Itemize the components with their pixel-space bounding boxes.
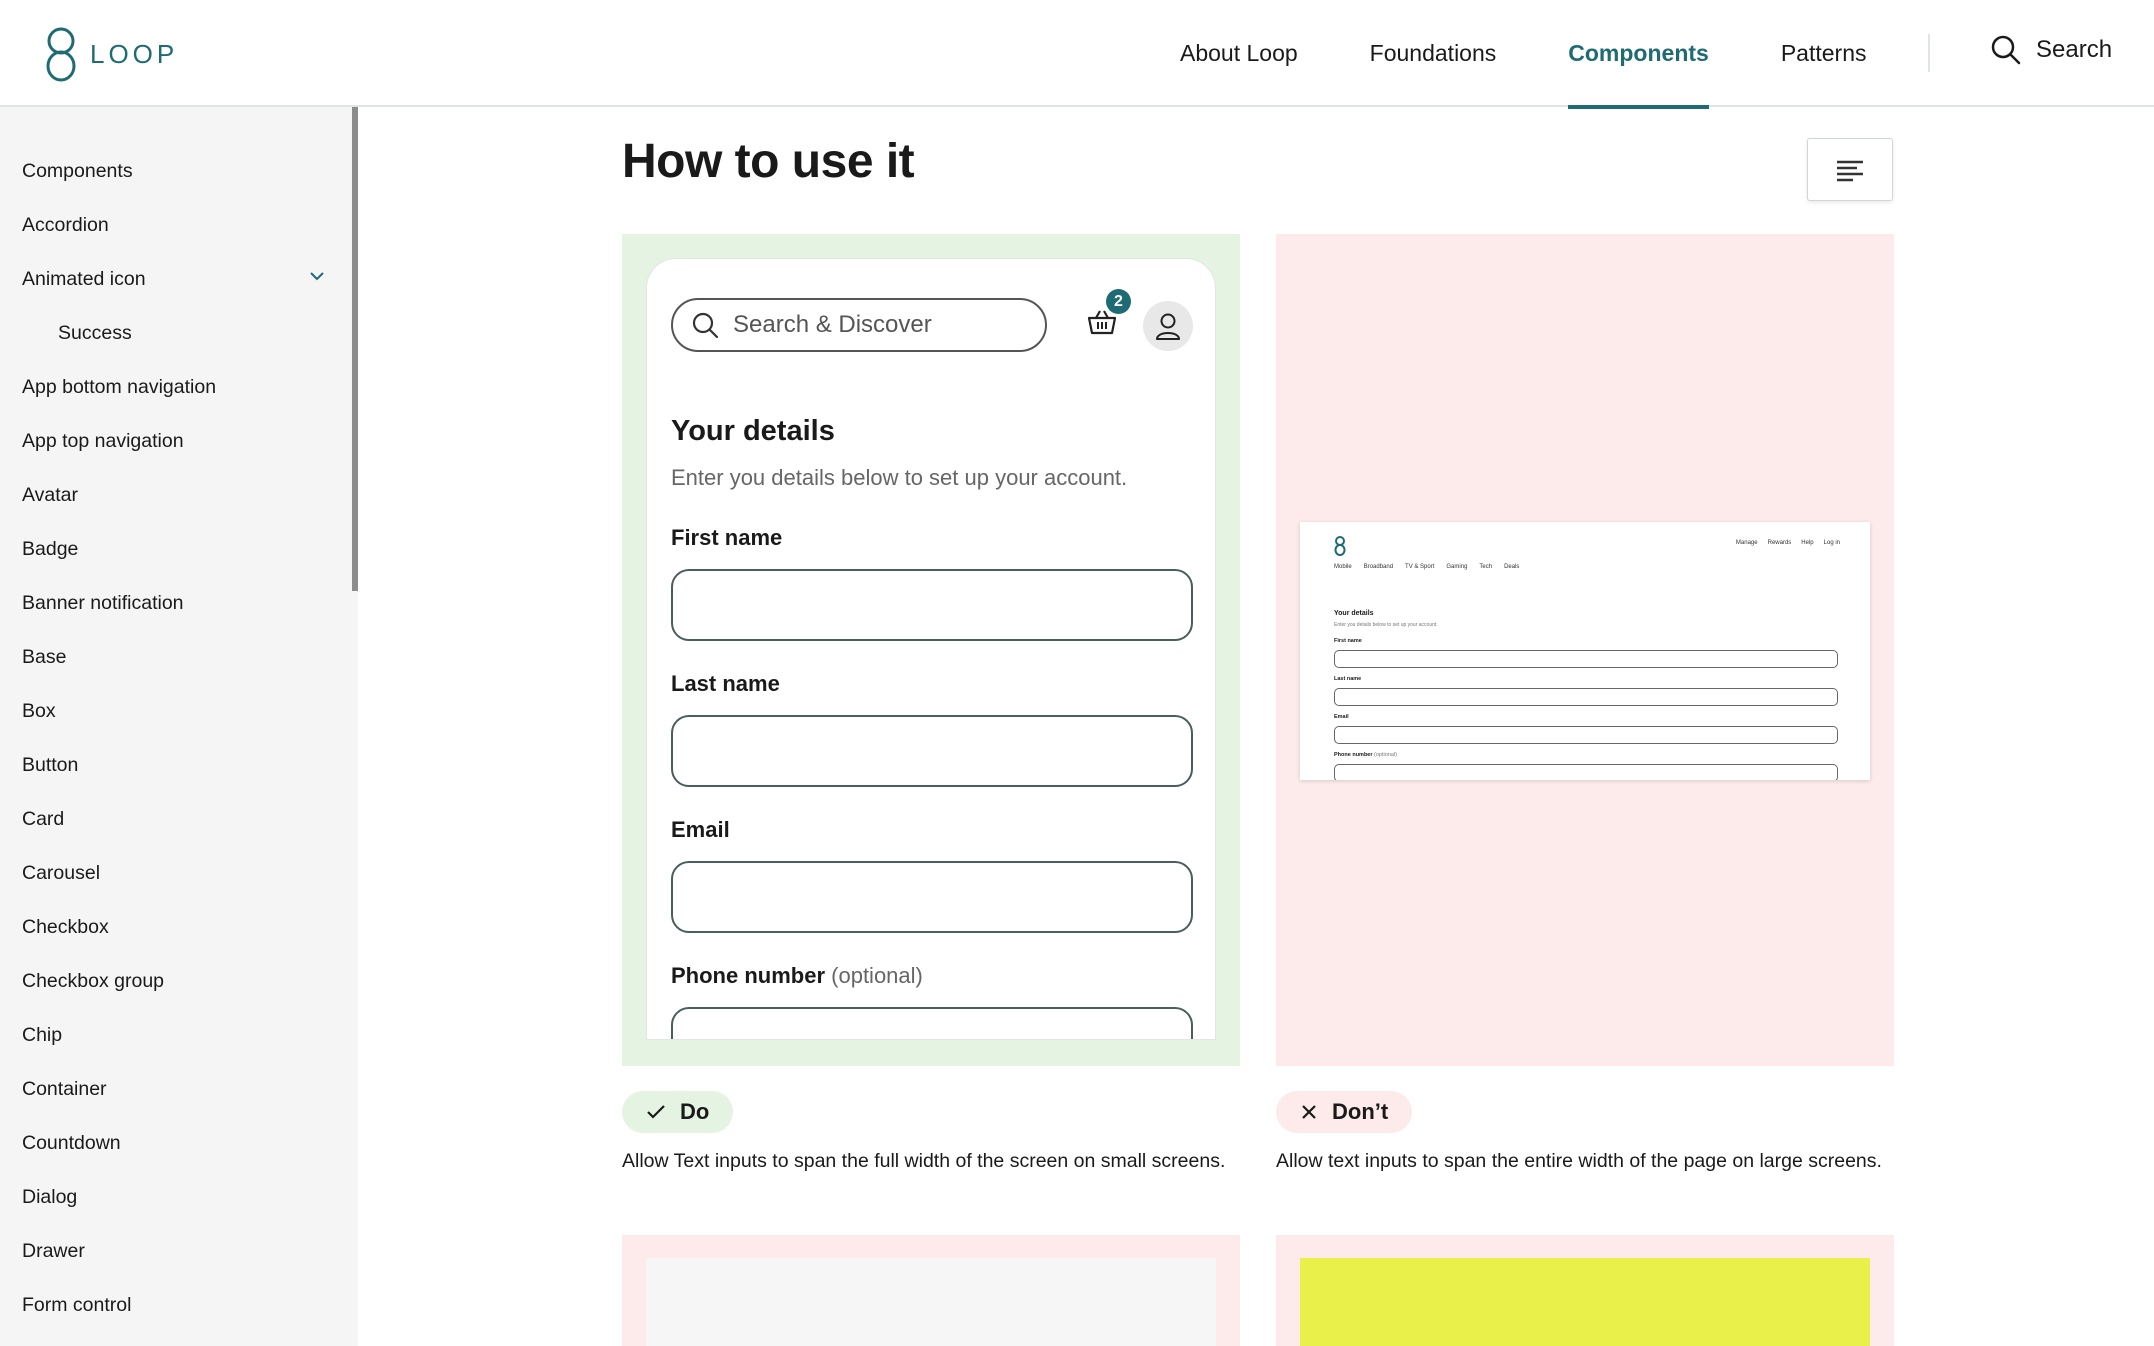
mini-nav-tv-sport: TV & Sport (1405, 564, 1435, 570)
example-search-field: Search & Discover (671, 298, 1047, 352)
close-icon (1302, 1105, 1316, 1119)
sidebar-item-form-control[interactable]: Form control (22, 1294, 131, 1317)
loop-logo[interactable]: LOOP (44, 26, 178, 82)
sidebar-item-chip[interactable]: Chip (22, 1024, 62, 1047)
sidebar-item-box[interactable]: Box (22, 700, 56, 723)
example-panel-4-preview (1300, 1258, 1870, 1346)
mini-first-name-field (1334, 650, 1838, 668)
example-phone-optional: (optional) (831, 963, 923, 988)
example-panel-3-preview (646, 1258, 1216, 1346)
chevron-down-icon[interactable] (308, 270, 326, 282)
do-caption: Allow Text inputs to span the full width… (622, 1150, 1226, 1172)
example-phone-label-text: Phone number (671, 963, 826, 988)
sidebar-item-animated-icon[interactable]: Animated icon (22, 268, 146, 291)
mobile-example-frame: Search & Discover 2 Your details Enter y… (646, 258, 1216, 1040)
sidebar-item-countdown[interactable]: Countdown (22, 1132, 121, 1155)
nav-patterns[interactable]: Patterns (1781, 0, 1867, 107)
loop-logo-icon (1334, 536, 1346, 556)
avatar (1143, 301, 1193, 351)
example-phone-field (671, 1007, 1193, 1039)
example-last-name-label: Last name (671, 671, 780, 696)
sidebar-item-drawer[interactable]: Drawer (22, 1240, 85, 1263)
example-search-placeholder: Search & Discover (733, 311, 932, 338)
sidebar-scrollbar[interactable] (352, 107, 358, 591)
example-email-field (671, 861, 1193, 933)
sidebar-item-carousel[interactable]: Carousel (22, 862, 100, 885)
mini-nav: Mobile Broadband TV & Sport Gaming Tech … (1334, 564, 1519, 570)
sidebar-item-button[interactable]: Button (22, 754, 78, 777)
mini-top-links: Manage Rewards Help Log in (1736, 540, 1840, 546)
nav-foundations[interactable]: Foundations (1370, 0, 1497, 107)
example-email-label: Email (671, 817, 730, 842)
mini-link-help: Help (1801, 540, 1814, 546)
sidebar-item-dialog[interactable]: Dialog (22, 1186, 77, 1209)
nav-about-loop[interactable]: About Loop (1180, 0, 1298, 107)
sidebar-item-checkbox-group[interactable]: Checkbox group (22, 970, 164, 993)
do-tag-label: Do (680, 1099, 710, 1124)
mini-link-rewards: Rewards (1767, 540, 1792, 546)
sidebar-item-components[interactable]: Components (22, 160, 133, 183)
mini-nav-gaming: Gaming (1446, 564, 1468, 570)
example-first-name-field (671, 569, 1193, 641)
sidebar-item-success[interactable]: Success (58, 322, 132, 345)
mini-phone-field (1334, 764, 1838, 780)
sidebar-item-card[interactable]: Card (22, 808, 64, 831)
dont-tag-label: Don’t (1332, 1099, 1389, 1124)
mini-last-name-label: Last name (1334, 676, 1362, 682)
sidebar-item-app-bottom-navigation[interactable]: App bottom navigation (22, 376, 216, 399)
top-header: LOOP About Loop Foundations Components P… (0, 0, 2154, 109)
basket-count-badge: 2 (1106, 289, 1131, 314)
mini-nav-broadband: Broadband (1363, 564, 1394, 570)
mini-link-manage: Manage (1735, 540, 1758, 546)
sidebar-item-app-top-navigation[interactable]: App top navigation (22, 430, 184, 453)
mini-nav-mobile: Mobile (1334, 564, 1352, 570)
mini-phone-label-text: Phone number (1334, 752, 1373, 758)
check-icon (647, 1105, 665, 1119)
sidebar-item-container[interactable]: Container (22, 1078, 107, 1101)
table-of-contents-button[interactable] (1807, 138, 1893, 201)
sidebar-item-badge[interactable]: Badge (22, 538, 78, 561)
do-tag: Do (622, 1091, 734, 1133)
mini-nav-tech: Tech (1479, 564, 1493, 570)
mini-link-login: Log in (1823, 540, 1840, 546)
sidebar-item-base[interactable]: Base (22, 646, 66, 669)
mini-subheading: Enter you details below to set up your a… (1334, 622, 1438, 628)
mini-email-field (1334, 726, 1838, 744)
mini-last-name-field (1334, 688, 1838, 706)
page-title: How to use it (622, 135, 915, 188)
sidebar-item-checkbox[interactable]: Checkbox (22, 916, 109, 939)
example-first-name-label: First name (671, 525, 783, 550)
search-button[interactable]: Search (1990, 34, 2112, 66)
sidebar-item-avatar[interactable]: Avatar (22, 484, 78, 507)
mini-heading: Your details (1334, 610, 1374, 617)
logo-wordmark: LOOP (90, 38, 179, 69)
main-nav: About Loop Foundations Components Patter… (1180, 0, 1938, 109)
dont-tag: Don’t (1276, 1091, 1413, 1133)
sidebar (0, 107, 358, 1346)
menu-lines-icon (1837, 160, 1863, 181)
search-icon (1991, 35, 2021, 65)
mini-nav-deals: Deals (1504, 564, 1520, 570)
example-last-name-field (671, 715, 1193, 787)
example-phone-label: Phone number (optional) (671, 963, 923, 989)
nav-divider (1928, 34, 1930, 72)
mini-phone-label: Phone number (optional) (1334, 752, 1397, 758)
desktop-example-frame: Manage Rewards Help Log in Mobile Broadb… (1300, 522, 1870, 780)
sidebar-item-accordion[interactable]: Accordion (22, 214, 109, 237)
nav-components[interactable]: Components (1568, 0, 1709, 109)
mini-first-name-label: First name (1334, 638, 1362, 644)
sidebar-item-banner-notification[interactable]: Banner notification (22, 592, 184, 615)
example-heading: Your details (671, 415, 835, 447)
mini-email-label: Email (1334, 714, 1349, 720)
mini-phone-optional: (optional) (1374, 752, 1397, 758)
search-icon (692, 312, 719, 339)
user-icon (1156, 313, 1180, 340)
loop-logo-icon (46, 27, 76, 82)
dont-caption: Allow text inputs to span the entire wid… (1276, 1150, 1882, 1172)
search-label: Search (2036, 36, 2113, 63)
example-subheading: Enter you details below to set up your a… (671, 465, 1128, 490)
